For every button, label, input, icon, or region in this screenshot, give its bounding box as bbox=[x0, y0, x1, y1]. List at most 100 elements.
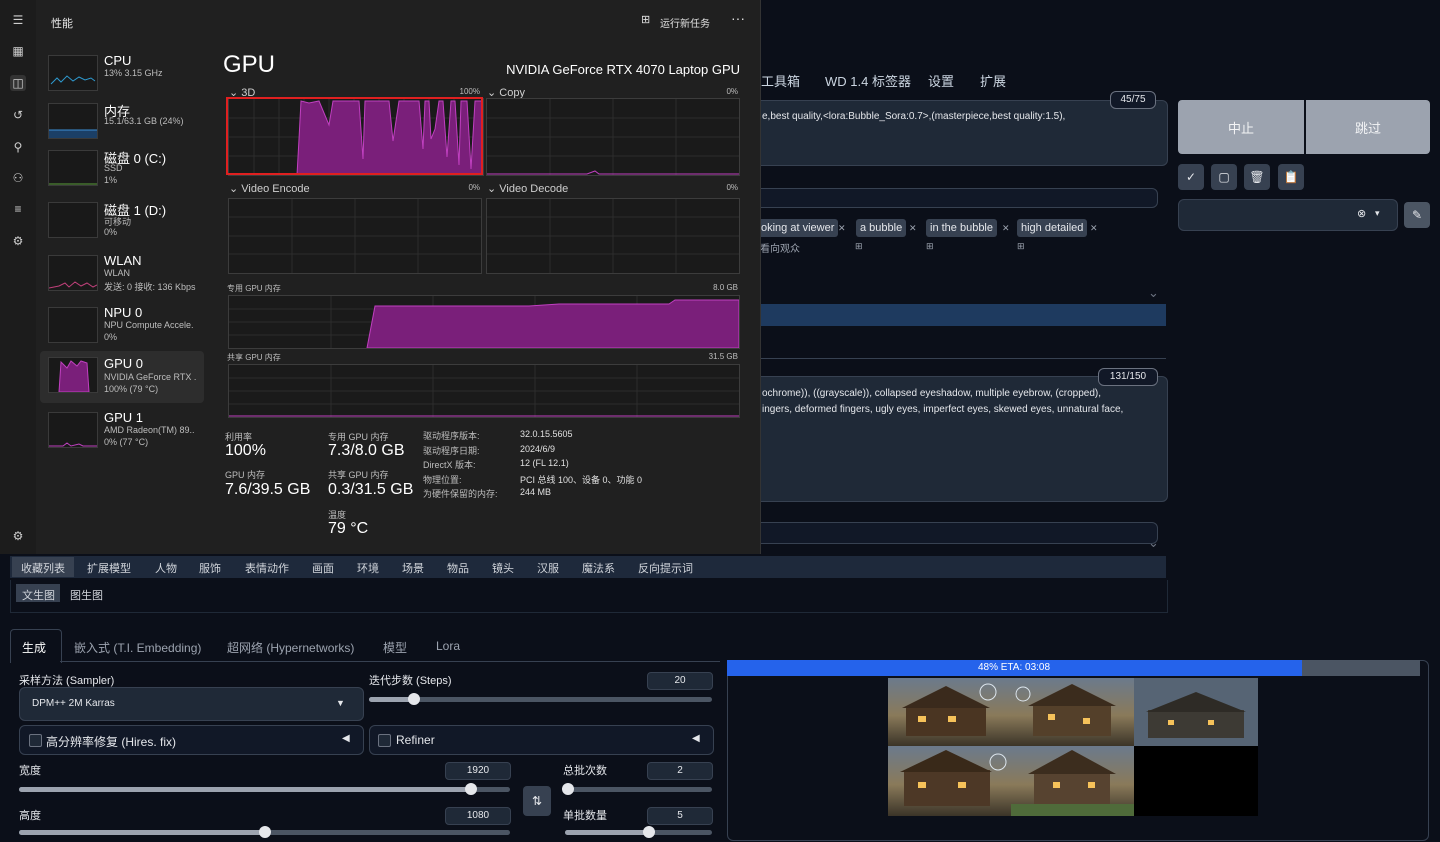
details-icon[interactable]: ≡ bbox=[10, 201, 26, 217]
services-icon[interactable]: ⚙ bbox=[10, 233, 26, 249]
performance-icon[interactable]: ◫ bbox=[10, 75, 26, 91]
clipboard-icon[interactable]: 📋 bbox=[1278, 164, 1304, 190]
users-icon[interactable]: ⚇ bbox=[10, 170, 26, 186]
cat-tab-magic[interactable]: 魔法系 bbox=[582, 560, 615, 576]
collapse-icon[interactable]: ⌄ bbox=[1148, 285, 1159, 301]
startup-apps-icon[interactable]: ⚲ bbox=[10, 139, 26, 155]
thumbnail[interactable] bbox=[1134, 678, 1258, 746]
styles-dropdown[interactable]: ⊗ ▾ bbox=[1178, 199, 1398, 231]
batch-size-input[interactable]: 5 bbox=[647, 807, 713, 825]
width-slider[interactable] bbox=[19, 783, 510, 799]
cat-tab-ext-models[interactable]: 扩展模型 bbox=[87, 560, 131, 576]
settings-gear-icon[interactable]: ⚙ bbox=[10, 528, 26, 544]
collapse-icon[interactable]: ⌄ bbox=[1148, 535, 1159, 551]
tag-remove-icon[interactable]: ✕ bbox=[1002, 223, 1010, 234]
cat-tab-characters[interactable]: 人物 bbox=[155, 560, 177, 576]
batch-count-slider[interactable] bbox=[561, 783, 712, 799]
tag-a-bubble[interactable]: a bubble bbox=[856, 219, 907, 237]
preview-gallery[interactable] bbox=[888, 678, 1258, 816]
perf-item-disk0[interactable]: 磁盘 0 (C:) SSD 1% bbox=[40, 146, 204, 196]
cat-tab-negative[interactable]: 反向提示词 bbox=[638, 560, 693, 576]
perf-item-cpu[interactable]: CPU 13% 3.15 GHz bbox=[40, 51, 204, 101]
run-new-task-button[interactable]: 运行新任务 bbox=[660, 15, 710, 30]
more-options-icon[interactable]: ··· bbox=[731, 10, 745, 26]
cat-tab-items[interactable]: 物品 bbox=[447, 560, 469, 576]
positive-prompt-input[interactable] bbox=[740, 100, 1168, 166]
perf-item-memory[interactable]: 内存 15.1/63.1 GB (24%) bbox=[40, 99, 204, 149]
thumbnail[interactable] bbox=[888, 678, 1011, 746]
translate-icon[interactable]: ⊞ bbox=[855, 241, 863, 252]
run-new-task-icon[interactable]: ⊞ bbox=[641, 13, 650, 26]
tag-high-detailed[interactable]: high detailed bbox=[1017, 219, 1088, 237]
gen-tab-hypernetworks[interactable]: 超网络 (Hypernetworks) bbox=[227, 639, 354, 656]
tag-in-the-bubble[interactable]: in the bubble bbox=[926, 219, 997, 237]
thumbnail[interactable] bbox=[1011, 746, 1134, 816]
graph-vdec-label[interactable]: ⌄ Video Decode bbox=[487, 182, 568, 195]
subtab-txt2img[interactable]: 文生图 bbox=[22, 587, 55, 603]
read-params-icon[interactable]: ✓ bbox=[1178, 164, 1204, 190]
trash-icon[interactable]: 🗑 bbox=[1244, 164, 1270, 190]
height-slider[interactable] bbox=[19, 826, 510, 842]
tab-toolbox[interactable]: 工具箱 bbox=[761, 71, 800, 90]
tag-looking-at-viewer[interactable]: oking at viewer bbox=[757, 219, 839, 237]
hires-fix-checkbox[interactable] bbox=[29, 734, 42, 747]
perf-item-npu0[interactable]: NPU 0 NPU Compute Accele. 0% bbox=[40, 303, 204, 353]
graph-venc-label[interactable]: ⌄ Video Encode bbox=[229, 182, 310, 195]
gen-tab-checkpoints[interactable]: 模型 bbox=[383, 639, 407, 656]
cat-tab-camera[interactable]: 镜头 bbox=[492, 560, 514, 576]
gen-tab-generate[interactable]: 生成 bbox=[22, 639, 46, 656]
item-detail: 15.1/63.1 GB (24%) bbox=[104, 116, 184, 126]
sampler-select[interactable]: DPM++ 2M Karras ▼ bbox=[19, 687, 364, 721]
translate-icon[interactable]: ⊞ bbox=[1017, 241, 1025, 252]
perf-item-gpu0[interactable]: GPU 0 NVIDIA GeForce RTX . 100% (79 °C) bbox=[40, 351, 204, 403]
brush-icon[interactable]: ✎ bbox=[1404, 202, 1430, 228]
width-input[interactable]: 1920 bbox=[445, 762, 511, 780]
cat-tab-environment[interactable]: 环境 bbox=[357, 560, 379, 576]
tag-remove-icon[interactable]: ✕ bbox=[838, 223, 846, 234]
interrupt-button[interactable]: 中止 bbox=[1178, 100, 1304, 154]
thumbnail[interactable] bbox=[888, 746, 1011, 816]
expand-icon[interactable]: ◀ bbox=[692, 733, 700, 744]
height-input[interactable]: 1080 bbox=[445, 807, 511, 825]
refiner-checkbox[interactable] bbox=[378, 734, 391, 747]
tab-wd14-tagger[interactable]: WD 1.4 标签器 bbox=[825, 71, 911, 90]
thumbnail[interactable] bbox=[1011, 678, 1134, 746]
swap-dimensions-icon[interactable]: ⇅ bbox=[523, 786, 551, 816]
perf-item-gpu1[interactable]: GPU 1 AMD Radeon(TM) 89.. 0% (77 °C) bbox=[40, 408, 204, 458]
cat-tab-clothing[interactable]: 服饰 bbox=[199, 560, 221, 576]
batch-count-input[interactable]: 2 bbox=[647, 762, 713, 780]
tag-remove-icon[interactable]: ✕ bbox=[909, 223, 917, 234]
app-history-icon[interactable]: ↺ bbox=[10, 107, 26, 123]
chevron-down-icon[interactable]: ▾ bbox=[1375, 208, 1380, 219]
expand-icon[interactable]: ◀ bbox=[342, 733, 350, 744]
cat-tab-scene[interactable]: 画面 bbox=[312, 560, 334, 576]
tag-remove-icon[interactable]: ✕ bbox=[1090, 223, 1098, 234]
slider-handle[interactable] bbox=[561, 783, 574, 795]
slider-handle[interactable] bbox=[642, 826, 655, 838]
hamburger-menu-icon[interactable]: ☰ bbox=[10, 12, 26, 28]
hires-fix-accordion[interactable]: 高分辨率修复 (Hires. fix) ◀ bbox=[19, 725, 364, 755]
batch-size-slider[interactable] bbox=[565, 826, 712, 842]
slider-handle[interactable] bbox=[407, 693, 420, 705]
refiner-accordion[interactable]: Refiner ◀ bbox=[369, 725, 714, 755]
steps-input[interactable]: 20 bbox=[647, 672, 713, 690]
subtab-img2img[interactable]: 图生图 bbox=[70, 587, 103, 603]
slider-handle[interactable] bbox=[464, 783, 477, 795]
perf-item-disk1[interactable]: 磁盘 1 (D:) 可移动 0% bbox=[40, 198, 204, 248]
perf-item-wlan[interactable]: WLAN WLAN 发送: 0 接收: 136 Kbps bbox=[40, 251, 204, 301]
slider-handle[interactable] bbox=[258, 826, 271, 838]
steps-slider[interactable] bbox=[369, 693, 712, 709]
cat-tab-expressions[interactable]: 表情动作 bbox=[245, 560, 289, 576]
copy-icon[interactable]: ▢ bbox=[1211, 164, 1237, 190]
processes-icon[interactable]: ▦ bbox=[10, 43, 26, 59]
cat-tab-hanfu[interactable]: 汉服 bbox=[537, 560, 559, 576]
gen-tab-lora[interactable]: Lora bbox=[436, 639, 460, 653]
clear-icon[interactable]: ⊗ bbox=[1357, 207, 1366, 220]
skip-button[interactable]: 跳过 bbox=[1306, 100, 1430, 154]
translate-icon[interactable]: ⊞ bbox=[926, 241, 934, 252]
cat-tab-favorites[interactable]: 收藏列表 bbox=[21, 560, 65, 576]
tab-settings[interactable]: 设置 bbox=[928, 71, 954, 90]
tab-extensions[interactable]: 扩展 bbox=[980, 71, 1006, 90]
cat-tab-location[interactable]: 场景 bbox=[402, 560, 424, 576]
gen-tab-embedding[interactable]: 嵌入式 (T.I. Embedding) bbox=[74, 639, 201, 656]
